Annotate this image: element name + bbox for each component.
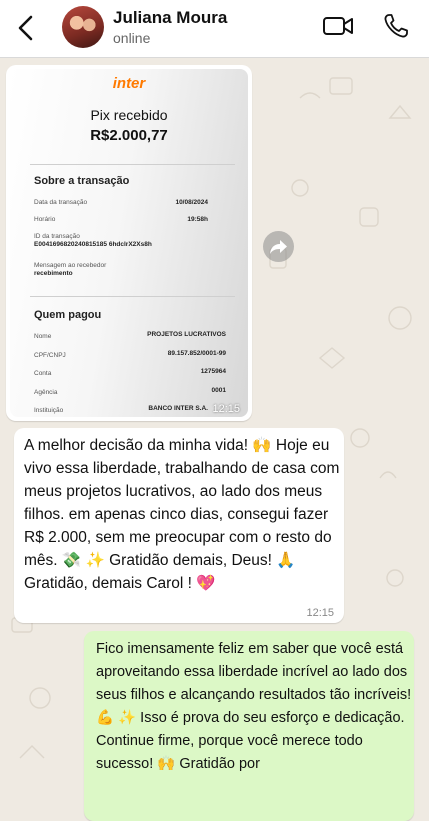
section-payer: Quem pagou	[34, 309, 102, 321]
value-agency: 0001	[211, 387, 226, 394]
video-call-icon[interactable]	[322, 14, 354, 38]
avatar[interactable]	[62, 6, 104, 48]
value-cnpj: 89.157.852/0001-99	[167, 350, 226, 357]
label-agency: Agência	[34, 389, 58, 396]
contact-name[interactable]: Juliana Moura	[113, 8, 227, 28]
label-transaction-id: ID da transação	[34, 233, 80, 240]
label-account: Conta	[34, 370, 52, 377]
divider	[30, 296, 235, 297]
value-payer-name: PROJETOS LUCRATIVOS	[147, 331, 226, 338]
value-institution: BANCO INTER S.A.	[148, 405, 208, 412]
phone-call-icon[interactable]	[383, 13, 409, 39]
label-cnpj: CPF/CNPJ	[34, 352, 66, 359]
label-payer-name: Nome	[34, 333, 52, 340]
message-time: 12:15	[306, 607, 334, 619]
outgoing-message[interactable]: Fico imensamente feliz em saber que você…	[84, 631, 414, 821]
forward-button[interactable]	[263, 231, 294, 262]
message-time: 12:15	[212, 403, 240, 415]
contact-status: online	[113, 30, 151, 46]
pix-receipt-image: inter Pix recebido R$2.000,77 Sobre a tr…	[10, 69, 248, 417]
forward-arrow-icon	[270, 240, 287, 254]
message-text: Fico imensamente feliz em saber que você…	[96, 641, 412, 772]
section-transaction: Sobre a transação	[34, 175, 130, 187]
value-transaction-id: E0041696820240815185 6hdclrX2Xs8h	[34, 241, 152, 248]
incoming-message[interactable]: A melhor decisão da minha vida! 🙌 Hoje e…	[14, 428, 344, 623]
inter-logo: inter	[112, 75, 146, 92]
value-message: recebimento	[34, 270, 73, 277]
label-institution: Instituição	[34, 407, 64, 414]
value-date: 10/08/2024	[175, 199, 208, 206]
value-time: 19:58h	[187, 216, 208, 223]
chat-header: Juliana Moura online	[0, 0, 429, 58]
label-time: Horário	[34, 216, 56, 223]
receipt-title: Pix recebido	[90, 107, 168, 123]
image-message[interactable]: inter Pix recebido R$2.000,77 Sobre a tr…	[6, 65, 252, 421]
value-account: 1275964	[200, 368, 226, 375]
divider	[30, 164, 235, 165]
receipt-amount: R$2.000,77	[90, 127, 168, 144]
back-arrow-icon[interactable]	[14, 13, 38, 43]
label-message: Mensagem ao recebedor	[34, 262, 107, 269]
message-text: A melhor decisão da minha vida! 🙌 Hoje e…	[24, 437, 340, 592]
label-date: Data da transação	[34, 199, 88, 206]
